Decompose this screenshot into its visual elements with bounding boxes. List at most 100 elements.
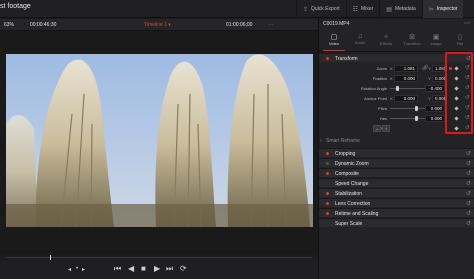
smart-reframe-chevron-icon[interactable]: › xyxy=(320,138,322,144)
tab-audio[interactable]: ♫ Audio xyxy=(347,31,373,52)
transform-enable-toggle[interactable] xyxy=(326,57,329,60)
mixer-button[interactable]: ☷ Mixer xyxy=(345,0,380,18)
transition-tab-icon: ⊠ xyxy=(409,34,415,41)
pitch-field[interactable]: 0.000 xyxy=(425,105,445,112)
speed-change-reset-icon[interactable]: ↺ xyxy=(466,180,471,187)
speed-change-label: Speed Change xyxy=(335,181,369,187)
section-dynamic-zoom[interactable]: Dynamic Zoom ↺ xyxy=(319,158,474,167)
inspector-label: Inspector xyxy=(436,6,458,12)
inspector-button[interactable]: ✂ Inspector xyxy=(421,0,464,18)
lens-correction-enable-toggle[interactable] xyxy=(326,202,329,205)
image-tab-icon: ▣ xyxy=(432,34,440,41)
audio-tab-icon: ♫ xyxy=(357,33,363,40)
top-menu: ⇪ Quick Export ☷ Mixer ▤ Metadata ✂ Insp… xyxy=(296,0,464,18)
export-icon: ⇪ xyxy=(303,6,309,13)
rotation-field[interactable]: -0.400 xyxy=(425,85,445,92)
tab-transition-label: Transition xyxy=(403,41,421,46)
play-icon[interactable]: ▶ xyxy=(154,264,160,273)
lens-correction-reset-icon[interactable]: ↺ xyxy=(466,200,471,207)
zoom-x-field[interactable]: 1.081 xyxy=(394,65,418,72)
first-frame-icon[interactable]: ⏮ xyxy=(114,264,121,274)
inspector-menu-icon[interactable]: ⋯ xyxy=(464,20,470,27)
transform-title: Transform xyxy=(335,56,358,62)
metadata-label: Metadata xyxy=(394,6,416,12)
section-super-scale[interactable]: Super Scale ↺ xyxy=(319,218,474,227)
anchor-x-axis-label: X xyxy=(390,96,393,101)
position-label: Position xyxy=(372,76,387,81)
clip-name: C0019.MP4 xyxy=(323,21,350,27)
stabilization-reset-icon[interactable]: ↺ xyxy=(466,190,471,197)
anchor-x-field[interactable]: 0.000 xyxy=(394,95,418,102)
tab-file-label: File xyxy=(456,41,464,46)
project-title: st footage xyxy=(0,3,31,10)
dynamic-zoom-reset-icon[interactable]: ↺ xyxy=(466,160,471,167)
section-composite[interactable]: Composite ↺ xyxy=(319,168,474,177)
zoom-x-axis-label: X xyxy=(390,66,393,71)
section-retime-scaling[interactable]: Retime and Scaling ↺ xyxy=(319,208,474,217)
yaw-field[interactable]: 0.000 xyxy=(425,115,445,122)
metadata-icon: ▤ xyxy=(386,6,392,13)
mixer-icon: ☷ xyxy=(352,6,359,13)
metadata-button[interactable]: ▤ Metadata xyxy=(379,0,422,18)
lens-correction-label: Lens Correction xyxy=(335,201,371,207)
super-scale-label: Super Scale xyxy=(335,221,363,227)
jog-next-icon[interactable]: ▸ xyxy=(82,266,85,273)
anchor-y-axis-label: Y xyxy=(428,96,431,101)
flip-horizontal-button[interactable]: ↔ xyxy=(373,125,381,132)
cropping-label: Cropping xyxy=(335,151,356,157)
zoom-y-field[interactable]: 1.081 xyxy=(432,65,446,72)
cropping-reset-icon[interactable]: ↺ xyxy=(466,150,471,157)
viewer-options-icon[interactable]: ⋯ xyxy=(268,22,273,28)
video-tab-icon: ▢ xyxy=(330,34,338,41)
flip-vertical-button[interactable]: ↕ xyxy=(382,125,390,132)
tab-file[interactable]: ▯ File xyxy=(447,31,473,52)
super-scale-reset-icon[interactable]: ↺ xyxy=(466,220,471,227)
section-lens-correction[interactable]: Lens Correction ↺ xyxy=(319,198,474,207)
section-stabilization[interactable]: Stabilization ↺ xyxy=(319,188,474,197)
composite-enable-toggle[interactable] xyxy=(326,172,329,175)
timeline-selector[interactable]: Timeline 1 ▾ xyxy=(144,22,171,28)
pitch-slider-handle[interactable] xyxy=(415,106,418,111)
section-speed-change[interactable]: Speed Change ↺ xyxy=(319,178,474,187)
scrub-track xyxy=(6,257,312,258)
yaw-slider-handle[interactable] xyxy=(415,116,418,121)
inspector-icon: ✂ xyxy=(428,6,434,13)
play-reverse-icon[interactable]: ◀ xyxy=(128,264,134,273)
tab-video[interactable]: ▢ Video xyxy=(321,31,347,52)
tab-image-label: Image xyxy=(430,41,442,46)
loop-icon[interactable]: ⟳ xyxy=(180,264,187,273)
stop-icon[interactable]: ■ xyxy=(141,264,146,273)
source-timecode: 00:00:46:30 xyxy=(30,22,57,28)
section-cropping[interactable]: Cropping ↺ xyxy=(319,148,474,157)
dynamic-zoom-label: Dynamic Zoom xyxy=(335,161,369,167)
smart-reframe-section[interactable]: Smart Reframe xyxy=(326,138,360,144)
video-frame xyxy=(6,54,313,227)
jog-prev-icon[interactable]: ◂ xyxy=(68,266,71,273)
retime-scaling-enable-toggle[interactable] xyxy=(326,212,329,215)
file-tab-icon: ▯ xyxy=(458,34,462,41)
tab-effects[interactable]: ✧ Effects xyxy=(373,31,399,52)
tab-transition[interactable]: ⊠ Transition xyxy=(399,31,425,52)
tab-image[interactable]: ▣ Image xyxy=(423,31,449,52)
anchor-y-field[interactable]: 0.000 xyxy=(432,95,446,102)
top-bar: st footage ⇪ Quick Export ☷ Mixer ▤ Meta… xyxy=(0,0,474,18)
stabilization-enable-toggle[interactable] xyxy=(326,192,329,195)
composite-label: Composite xyxy=(335,171,359,177)
position-x-field[interactable]: 0.000 xyxy=(394,75,418,82)
position-y-axis-label: Y xyxy=(428,76,431,81)
rotation-slider-handle[interactable] xyxy=(396,86,399,91)
position-x-axis-label: X xyxy=(390,76,393,81)
anchor-label: Anchor Point xyxy=(364,96,387,101)
cropping-enable-toggle[interactable] xyxy=(326,152,329,155)
retime-scaling-label: Retime and Scaling xyxy=(335,211,379,217)
composite-reset-icon[interactable]: ↺ xyxy=(466,170,471,177)
inspector-tabs: ▢ Video ♫ Audio ✧ Effects ⊠ Transition ▣… xyxy=(319,31,474,52)
position-y-field[interactable]: 0.000 xyxy=(432,75,446,82)
zoom-level-dropdown[interactable]: 63% xyxy=(4,22,14,28)
rotation-label: Rotation Angle xyxy=(360,86,387,91)
quick-export-button[interactable]: ⇪ Quick Export xyxy=(296,0,346,18)
effects-tab-icon: ✧ xyxy=(383,34,389,41)
dynamic-zoom-enable-toggle[interactable] xyxy=(326,162,329,165)
retime-scaling-reset-icon[interactable]: ↺ xyxy=(466,210,471,217)
last-frame-icon[interactable]: ⏭ xyxy=(166,264,173,274)
